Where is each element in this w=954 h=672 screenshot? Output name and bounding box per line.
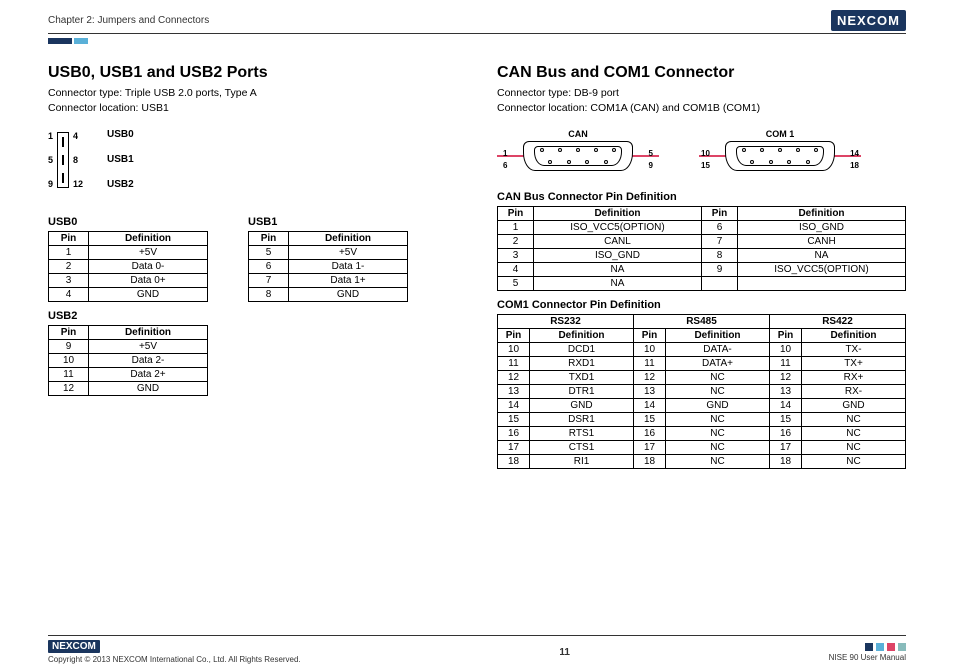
db9-pin-num: 9 — [649, 161, 653, 170]
com1-table: RS232 RS485 RS422 PinDefinition PinDefin… — [497, 314, 906, 469]
usb-port-label: USB0 — [107, 129, 134, 140]
can-table-title: CAN Bus Connector Pin Definition — [497, 191, 906, 203]
db9-diagram: CAN 1 6 5 9 — [497, 129, 906, 173]
can-connector-location: Connector location: COM1A (CAN) and COM1… — [497, 101, 906, 116]
usb-pin-label: 4 — [73, 131, 83, 141]
usb-section-title: USB0, USB1 and USB2 Ports — [48, 64, 457, 82]
usb-pin-label: 1 — [48, 131, 53, 141]
usb2-table: PinDefinition 9+5V 10Data 2- 11Data 2+ 1… — [48, 325, 208, 396]
usb-diagram: 1 5 9 4 8 12 USB0 — [48, 129, 248, 190]
can-connector-type: Connector type: DB-9 port — [497, 86, 906, 101]
footer-logo: NEXCOM — [48, 640, 100, 653]
db9-pin-num: 14 — [850, 149, 859, 158]
usb-port-label: USB1 — [107, 154, 134, 165]
db9-pin-num: 1 — [503, 149, 507, 158]
accent-bars — [48, 38, 906, 44]
chapter-label: Chapter 2: Jumpers and Connectors — [48, 15, 209, 26]
usb-pin-label: 5 — [48, 155, 53, 165]
usb2-table-title: USB2 — [48, 310, 208, 322]
manual-title: NISE 90 User Manual — [829, 653, 906, 662]
usb-connector-type: Connector type: Triple USB 2.0 ports, Ty… — [48, 86, 457, 101]
db9-pin-num: 10 — [701, 149, 710, 158]
usb-port-label: USB2 — [107, 179, 134, 190]
usb-pin-label: 8 — [73, 155, 83, 165]
usb1-table: PinDefinition 5+5V 6Data 1- 7Data 1+ 8GN… — [248, 231, 408, 302]
can-table: PinDefinition PinDefinition 1ISO_VCC5(OP… — [497, 206, 906, 291]
usb-pin-label: 9 — [48, 179, 53, 189]
db9-pin-num: 18 — [850, 161, 859, 170]
can-section-title: CAN Bus and COM1 Connector — [497, 64, 906, 82]
copyright-text: Copyright © 2013 NEXCOM International Co… — [48, 655, 301, 664]
db9-can-label: CAN — [497, 129, 659, 139]
com1-table-title: COM1 Connector Pin Definition — [497, 299, 906, 311]
db9-pin-num: 6 — [503, 161, 507, 170]
nexcom-logo: NEXCOM — [831, 10, 906, 31]
usb0-table-title: USB0 — [48, 216, 208, 228]
page-number: 11 — [559, 647, 570, 658]
usb0-table: PinDefinition 1+5V 2Data 0- 3Data 0+ 4GN… — [48, 231, 208, 302]
db9-pin-num: 15 — [701, 161, 710, 170]
db9-com1-label: COM 1 — [699, 129, 861, 139]
usb1-table-title: USB1 — [248, 216, 408, 228]
usb-connector-location: Connector location: USB1 — [48, 101, 457, 116]
db9-pin-num: 5 — [649, 149, 653, 158]
usb-pin-label: 12 — [73, 179, 83, 189]
